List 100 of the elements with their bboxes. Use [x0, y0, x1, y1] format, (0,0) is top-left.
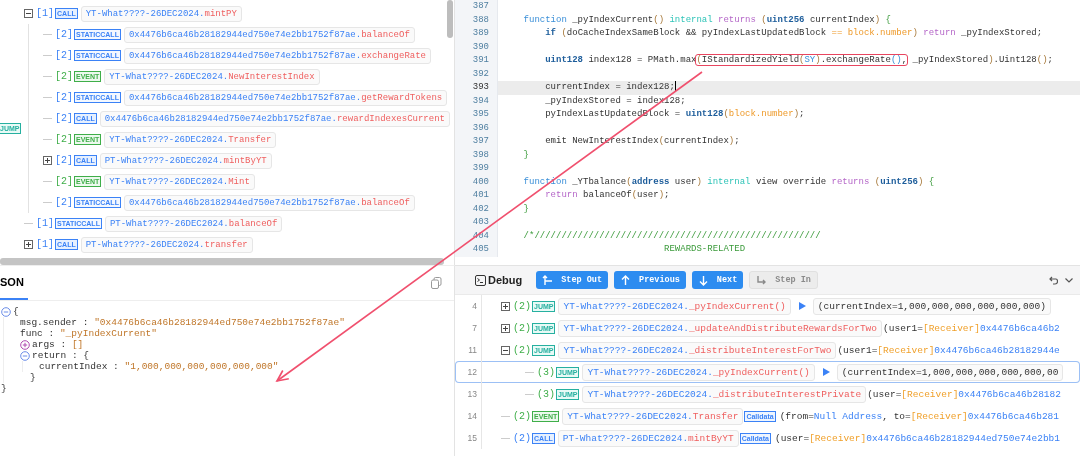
code-line: if (doCacheIndexSameBlock && pyIndexLastUpdatedBlock == block.number) return _pyIndexStored; [544, 27, 1044, 40]
line-number: 403 [455, 216, 498, 230]
copy-icon[interactable] [431, 277, 442, 289]
line-number: 393 [455, 81, 498, 95]
json-brace: } [30, 372, 36, 383]
expand-icon[interactable] [501, 301, 510, 311]
json-tab[interactable]: SON [0, 266, 28, 300]
depth-label: (2) [513, 410, 531, 422]
call-label[interactable]: 0x4476b6ca46b28182944ed750e74e2bb1752f87ae.balanceOf [123, 194, 415, 211]
undo-icon[interactable] [1048, 275, 1058, 285]
line-number: 4 [471, 301, 477, 311]
depth-label: (3) [537, 366, 555, 378]
call-label[interactable]: YT-What????-26DEC2024._pyIndexCurrent() [582, 363, 815, 381]
call-label[interactable]: PT-What????-26DEC2024.transfer [80, 236, 253, 253]
depth-label: [2] [55, 92, 73, 103]
call-label[interactable]: PT-What????-26DEC2024.mintByYT [557, 429, 739, 447]
expand-icon[interactable] [501, 323, 510, 333]
scrollbar[interactable] [0, 258, 444, 265]
collapse-icon[interactable] [501, 345, 510, 355]
depth-label: (2) [513, 432, 531, 444]
chevron-down-icon[interactable] [1064, 275, 1074, 285]
call-label[interactable]: PT-What????-26DEC2024.mintByYT [99, 152, 272, 169]
json-entry: return : { [32, 350, 90, 361]
line-number: 7 [471, 323, 477, 333]
line-number: 397 [455, 135, 498, 149]
call-label[interactable]: YT-What????-26DEC2024._distributeInterestPrivate [582, 385, 867, 403]
call-arguments: (user=[Receiver]0x4476b6ca46b28182944ed750e74e2bb1 [773, 432, 1061, 444]
json-entry: args : [] [32, 339, 84, 350]
step-in-arrow-icon [756, 274, 768, 286]
depth-label: [2] [55, 29, 73, 40]
expand-icon[interactable] [20, 339, 30, 350]
call-label[interactable]: 0x4476b6ca46b28182944ed750e74e2bb1752f87ae.balanceOf [123, 26, 415, 43]
depth-label: [1] [36, 8, 54, 19]
depth-label: [2] [55, 113, 73, 124]
code-line: /*///////////////////////////////////////////////////// [522, 229, 822, 243]
call-arguments: (from=Null Address, to=[Receiver]0x4476b6ca46b281 [778, 410, 1059, 422]
collapse-icon[interactable] [24, 9, 33, 18]
down-arrow-icon [697, 274, 709, 286]
depth-label: [2] [55, 155, 73, 166]
call-label[interactable]: YT-What????-26DEC2024._updateAndDistributeRewardsForTwo [558, 319, 883, 337]
depth-label: [2] [55, 71, 73, 82]
depth-label: [2] [55, 134, 73, 145]
call-label[interactable]: YT-What????-26DEC2024.NewInterestIndex [104, 68, 320, 85]
expand-icon[interactable] [24, 240, 33, 249]
line-number: 395 [455, 108, 498, 122]
step-out-arrow-icon [542, 274, 554, 286]
json-entry: currentIndex : "1,000,000,000,000,000,000" [39, 361, 279, 372]
debug-button[interactable]: Next [691, 271, 744, 289]
up-arrow-icon [620, 274, 632, 286]
expand-icon[interactable] [43, 156, 52, 165]
depth-label: (2) [513, 344, 531, 356]
call-label[interactable]: YT-What????-26DEC2024.Mint [104, 173, 255, 190]
depth-label: [2] [55, 176, 73, 187]
return-value: (currentIndex=1,000,000,000,000,000,000) [812, 297, 1051, 315]
code-line: REWARDS-RELATED [663, 243, 747, 256]
json-entry: func : "_pyIndexCurrent" [20, 328, 157, 339]
json-brace: { [13, 306, 19, 317]
terminal-icon [475, 274, 486, 286]
call-label[interactable]: YT-What????-26DEC2024._pyIndexCurrent() [558, 297, 791, 315]
code-line: function _pyIndexCurrent() internal returns (uint256 currentIndex) { [522, 13, 892, 27]
call-label[interactable]: 0x4476b6ca46b28182944ed750e74e2bb1752f87ae.getRewardTokens [123, 89, 448, 106]
call-label[interactable]: YT-What????-26DEC2024.Transfer [104, 131, 277, 148]
code-line: return balanceOf(user); [544, 189, 671, 202]
line-number: 391 [455, 54, 498, 68]
debug-button[interactable]: Previous [614, 271, 686, 289]
line-number: 401 [455, 189, 498, 203]
triangle-icon[interactable] [798, 302, 806, 310]
depth-label: [2] [55, 197, 73, 208]
panel-title: Debug [488, 274, 523, 286]
line-number: 399 [455, 162, 498, 176]
call-label[interactable]: 0x4476b6ca46b28182944ed750e74e2bb1752f87ae.exchangeRate [123, 47, 431, 64]
line-number: 13 [466, 389, 477, 399]
line-number: 12 [466, 367, 477, 377]
depth-label: [1] [36, 239, 54, 250]
debug-button[interactable]: Step Out [536, 271, 609, 289]
call-label[interactable]: 0x4476b6ca46b28182944ed750e74e2bb1752f87ae.rewardIndexesCurrent [99, 110, 450, 127]
call-label[interactable]: YT-What????-26DEC2024.mintPY [80, 5, 242, 22]
depth-label: (2) [513, 322, 531, 334]
call-arguments: (user1=[Receiver]0x4476b6ca46b2 [882, 322, 1060, 334]
scrollbar[interactable] [447, 0, 453, 38]
depth-label: [2] [55, 50, 73, 61]
line-number: 389 [455, 27, 498, 41]
return-value: (currentIndex=1,000,000,000,000,000,00 [836, 363, 1064, 381]
triangle-icon[interactable] [822, 368, 830, 376]
line-number: 11 [467, 345, 477, 355]
code-line: } [522, 202, 530, 216]
depth-label: [1] [36, 218, 54, 229]
depth-label: (3) [537, 388, 555, 400]
json-brace: } [1, 383, 7, 394]
line-number: 15 [466, 433, 477, 443]
line-number: 387 [455, 0, 498, 14]
call-label[interactable]: PT-What????-26DEC2024.balanceOf [104, 215, 283, 232]
code-line: } [522, 148, 530, 162]
line-number: 14 [466, 411, 477, 421]
depth-label: (2) [513, 300, 531, 312]
call-arguments: (user1=[Receiver]0x4476b6ca46b28182944e [836, 344, 1060, 356]
line-number: 405 [455, 243, 498, 257]
call-label[interactable]: YT-What????-26DEC2024._distributeInterestForTwo [558, 341, 837, 359]
call-arguments: (user=[Receiver]0x4476b6ca46b28182 [866, 388, 1061, 400]
call-label[interactable]: YT-What????-26DEC2024.Transfer [562, 407, 744, 425]
